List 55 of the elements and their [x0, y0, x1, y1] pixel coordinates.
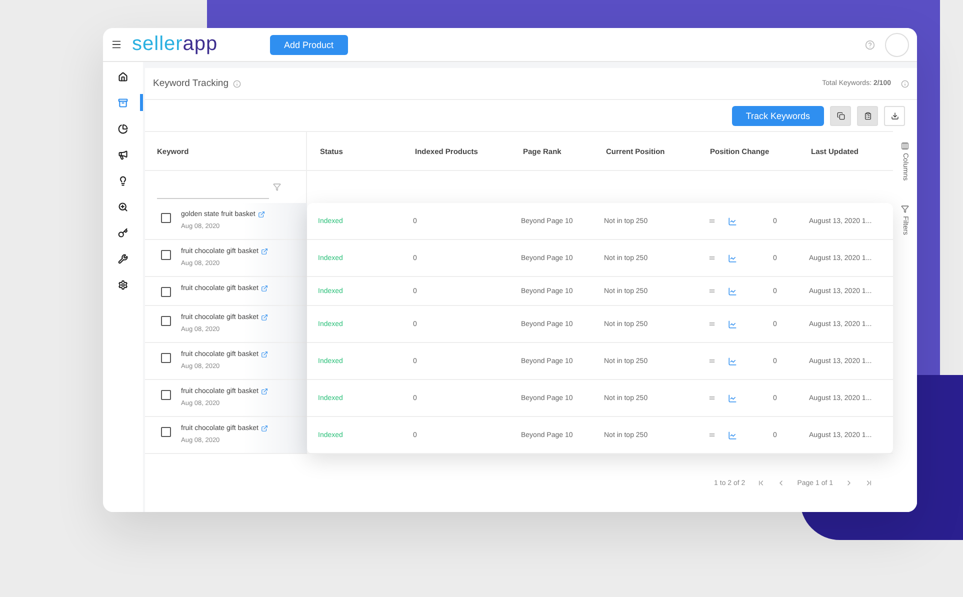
equal-icon [708, 431, 716, 439]
info-icon[interactable] [232, 80, 241, 88]
logo: sellerapp [132, 33, 219, 56]
external-link-icon[interactable] [261, 388, 268, 395]
line-chart-icon[interactable] [728, 430, 737, 440]
external-link-icon[interactable] [261, 425, 268, 432]
download-icon [890, 112, 898, 120]
menu-icon[interactable] [111, 39, 122, 50]
external-link-icon[interactable] [261, 285, 268, 292]
checkbox[interactable] [161, 427, 171, 437]
settings-icon [118, 280, 128, 290]
download-button[interactable] [884, 106, 905, 126]
external-link-icon[interactable] [261, 351, 268, 358]
help-icon[interactable] [865, 40, 875, 50]
external-link-icon[interactable] [261, 314, 268, 321]
next-page-button[interactable] [845, 479, 853, 487]
equal-icon [708, 254, 716, 262]
last-page-button[interactable] [865, 479, 873, 487]
info-icon[interactable] [901, 80, 909, 88]
megaphone-icon [118, 150, 128, 160]
clipboard-button[interactable] [857, 106, 878, 126]
first-page-button[interactable] [757, 479, 766, 487]
line-chart-icon[interactable] [728, 356, 737, 366]
line-chart-icon[interactable] [728, 320, 737, 328]
checkbox[interactable] [161, 250, 171, 260]
wrench-icon [118, 254, 128, 264]
equal-icon [708, 320, 716, 328]
equal-icon [708, 394, 716, 402]
line-chart-icon[interactable] [728, 254, 737, 262]
copy-button[interactable] [830, 106, 851, 126]
checkbox[interactable] [161, 287, 171, 297]
pie-chart-icon [118, 124, 128, 134]
line-chart-icon[interactable] [728, 216, 737, 226]
lightbulb-icon [118, 176, 128, 186]
line-chart-icon[interactable] [728, 394, 737, 402]
archive-icon [118, 98, 128, 108]
checkbox[interactable] [161, 213, 171, 223]
columns-icon [901, 142, 909, 150]
copy-icon [836, 112, 844, 120]
external-link-icon[interactable] [261, 248, 268, 255]
line-chart-icon[interactable] [728, 286, 737, 296]
checkbox[interactable] [161, 316, 171, 326]
filter-icon[interactable] [273, 183, 281, 191]
equal-icon [708, 287, 716, 295]
page-title: Keyword Tracking [153, 78, 229, 89]
clipboard-icon [864, 112, 872, 120]
checkbox[interactable] [161, 353, 171, 363]
checkbox[interactable] [161, 390, 171, 400]
equal-icon [708, 357, 716, 365]
home-icon [118, 72, 128, 82]
filter-icon [901, 204, 909, 213]
equal-icon [708, 217, 716, 225]
key-icon [118, 228, 128, 238]
zoom-icon [118, 202, 128, 212]
external-link-icon[interactable] [258, 211, 266, 218]
